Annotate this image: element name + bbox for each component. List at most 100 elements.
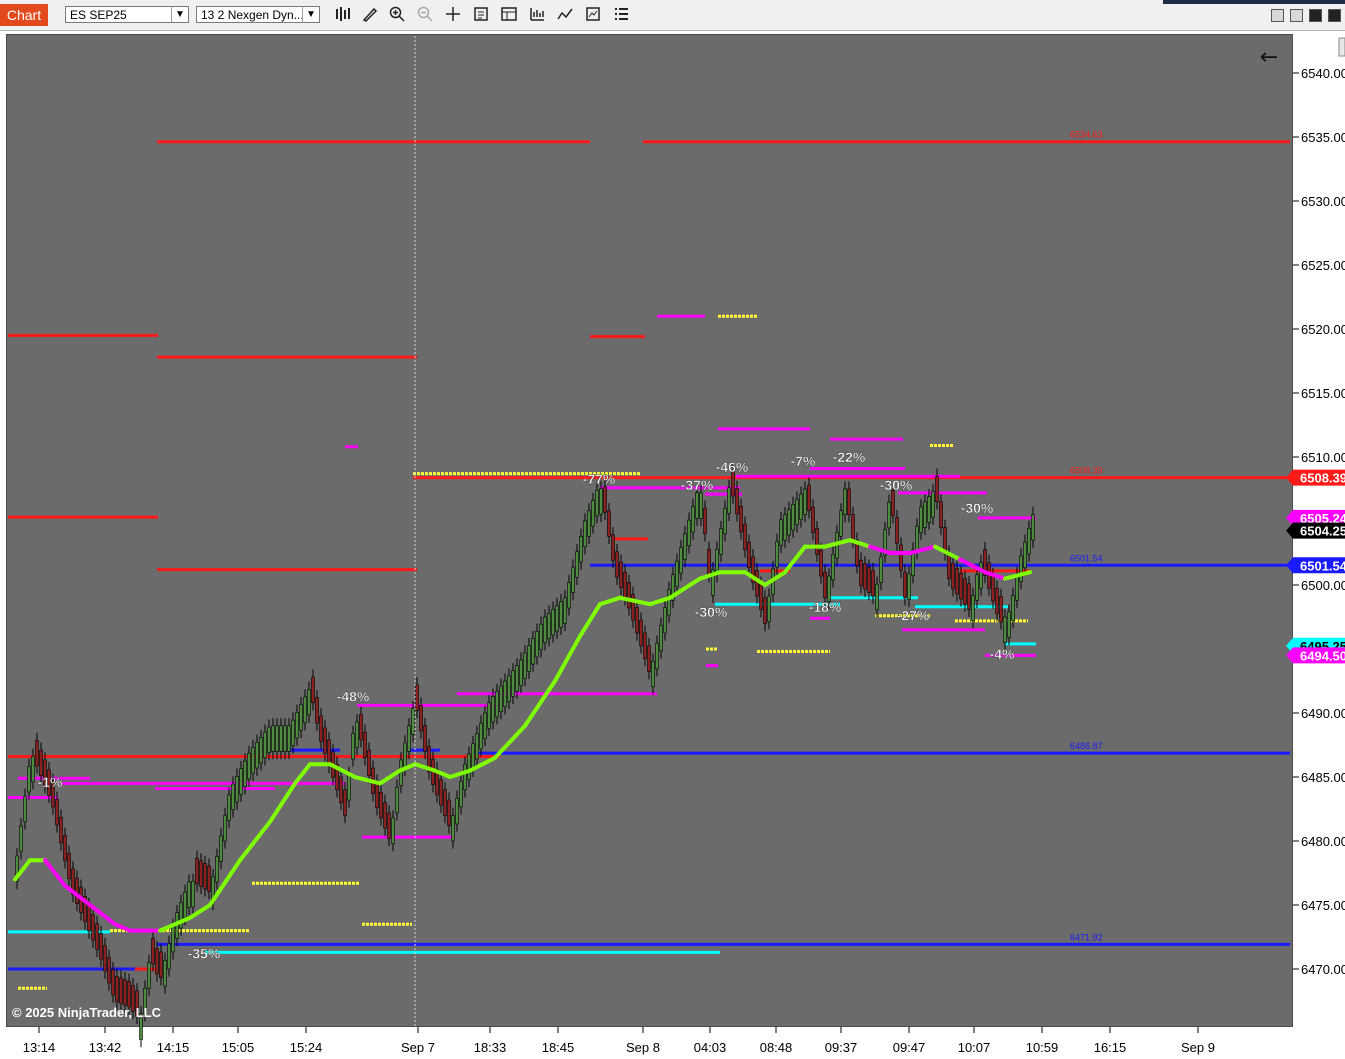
bar-down [871, 570, 875, 597]
bar-up [587, 510, 591, 537]
level-label: 6501.54 [1070, 553, 1103, 563]
price-tick-label: 6520.00 [1301, 322, 1345, 337]
bar-down [707, 548, 711, 576]
bar-up [1015, 574, 1019, 601]
time-tick-label: 13:14 [23, 1040, 56, 1055]
bar-down [343, 789, 347, 816]
bar-down [39, 749, 43, 777]
ma-segment [648, 595, 672, 607]
back-arrow-icon[interactable]: ← [1260, 45, 1278, 70]
bar-up [843, 488, 847, 515]
bar-up [483, 712, 487, 739]
percent-annotation: -37% [681, 477, 714, 493]
bar-up [303, 696, 307, 723]
bar-down [91, 914, 95, 941]
percent-annotation: -46% [716, 459, 749, 475]
bar-up [1023, 541, 1027, 569]
bar-down [443, 789, 447, 816]
bar-up [471, 743, 475, 770]
scroll-handle[interactable] [1338, 37, 1345, 57]
bar-down [807, 484, 811, 512]
bar-up [1031, 514, 1035, 541]
bar-up [831, 553, 835, 581]
bar-down [815, 528, 819, 555]
bar-down [743, 523, 747, 551]
bar-down [747, 541, 751, 569]
time-tick-label: 09:37 [825, 1040, 858, 1055]
ma-segment [523, 679, 557, 728]
ma-segment [743, 570, 767, 587]
bar-up [223, 815, 227, 842]
time-tick-label: Sep 7 [401, 1040, 435, 1055]
bar-up [583, 520, 587, 547]
bar-down [103, 945, 107, 972]
bar-down [339, 776, 343, 803]
bar-up [283, 725, 287, 752]
bar-up [1027, 528, 1031, 555]
bar-down [447, 799, 451, 826]
bar-up [167, 943, 171, 970]
ma-segment [293, 762, 312, 786]
bar-down [639, 619, 643, 647]
bar-down [439, 779, 443, 806]
bar-down [823, 571, 827, 599]
bar-up [535, 631, 539, 658]
ma-segment [868, 544, 892, 555]
bar-up [295, 712, 299, 739]
ma-segment [43, 858, 67, 888]
bar-up [659, 625, 663, 652]
bar-down [123, 979, 127, 1006]
bar-up [267, 726, 271, 753]
bar-up [727, 487, 731, 514]
bar-up [787, 509, 791, 536]
bar-down [35, 740, 39, 767]
bar-up [355, 721, 359, 748]
bar-up [215, 856, 219, 883]
price-tick-label: 6475.00 [1301, 898, 1345, 913]
level-label: 6471.92 [1070, 932, 1103, 942]
bar-down [967, 583, 971, 610]
bar-up [27, 766, 31, 793]
bar-down [991, 575, 995, 602]
bar-up [183, 891, 187, 919]
ma-segment [763, 570, 787, 587]
price-tick-label: 6535.00 [1301, 130, 1345, 145]
bar-down [895, 517, 899, 544]
bar-up [839, 510, 843, 537]
bar-up [931, 491, 935, 518]
ma-segment [783, 544, 807, 575]
price-tick-label: 6525.00 [1301, 258, 1345, 273]
percent-annotation: -30% [880, 477, 913, 493]
bar-down [635, 607, 639, 634]
bar-up [191, 881, 195, 908]
time-tick-label: 13:42 [89, 1040, 122, 1055]
bar-up [915, 525, 919, 553]
ma-segment [448, 768, 472, 779]
bar-up [23, 795, 27, 823]
bar-up [463, 763, 467, 791]
percent-annotation: -4% [990, 646, 1015, 662]
bar-down [647, 645, 651, 672]
bar-down [159, 951, 163, 978]
bar-down [59, 817, 63, 844]
ma-segment [238, 819, 272, 863]
bar-down [867, 566, 871, 593]
bar-up [571, 566, 575, 593]
bar-down [107, 957, 111, 984]
bar-down [119, 977, 123, 1004]
bar-down [319, 715, 323, 742]
bar-up [479, 722, 483, 750]
bar-up [767, 595, 771, 622]
bar-up [595, 489, 599, 517]
bar-down [367, 749, 371, 777]
bar-up [187, 881, 191, 908]
bar-down [903, 571, 907, 599]
bar-up [279, 725, 283, 752]
bar-down [851, 514, 855, 541]
bar-down [111, 969, 115, 996]
bar-down [199, 860, 203, 887]
bar-up [975, 574, 979, 601]
bar-up [495, 690, 499, 718]
axis-labels: 6540.00 6535.00 6530.00 6525.00 6520.00 6515.… [23, 66, 1345, 1055]
bar-down [387, 812, 391, 839]
